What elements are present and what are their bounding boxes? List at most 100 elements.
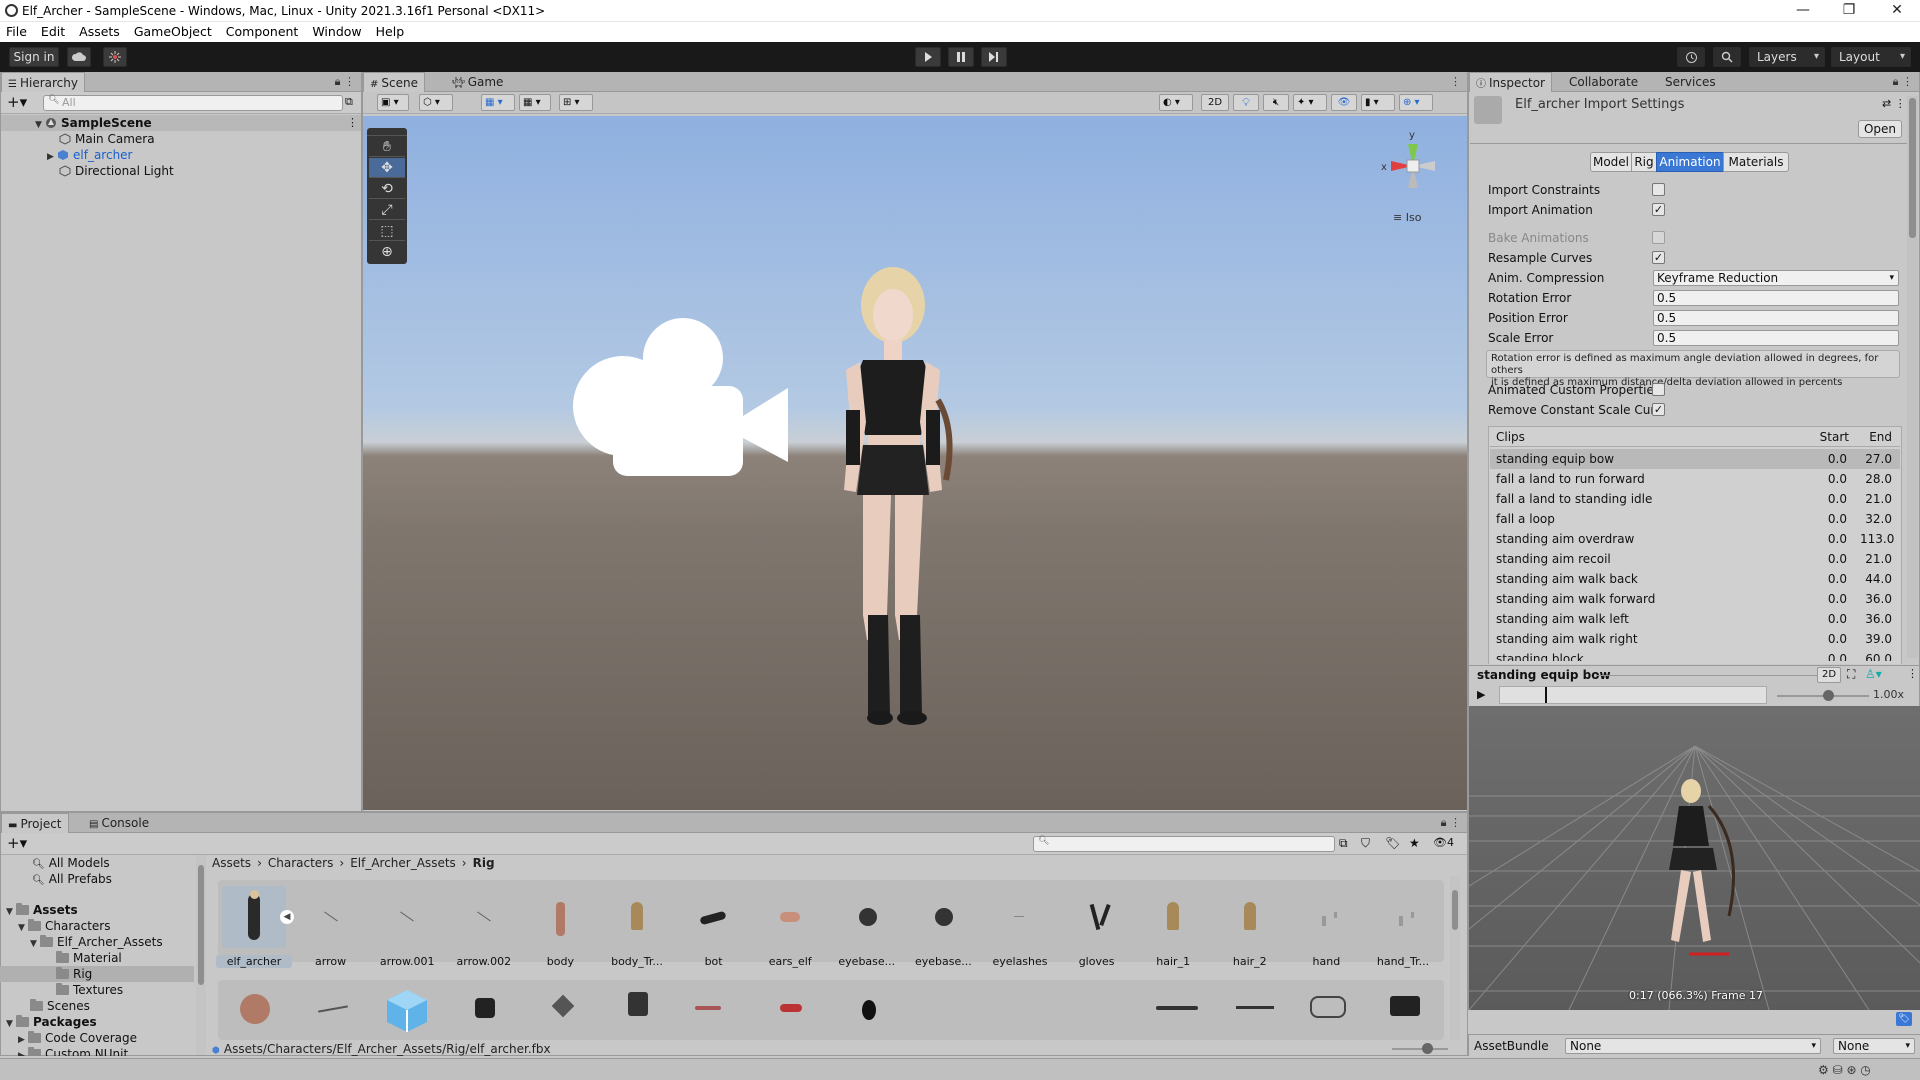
tab-project[interactable]: ▬ Project — [1, 813, 69, 833]
rotate-tool-icon[interactable]: ⟲ — [369, 179, 405, 199]
position-error-field[interactable]: 0.5 — [1653, 310, 1899, 326]
asset-item[interactable]: eyelashes — [982, 882, 1058, 976]
inspector-scrollbar-thumb[interactable] — [1909, 98, 1916, 238]
prefab-cube-icon[interactable] — [384, 988, 430, 1034]
render-mode-dropdown[interactable]: ◐ ▾ — [1159, 94, 1193, 111]
asset-item[interactable]: hand_Tr... — [1365, 882, 1441, 976]
inspector-settings-icon[interactable]: ⇄ ⋮ — [1882, 97, 1906, 110]
scale-error-field[interactable]: 0.5 — [1653, 330, 1899, 346]
subtab-model[interactable]: Model — [1590, 152, 1632, 172]
asset-item[interactable]: arrow.001 — [369, 882, 445, 976]
asset-item[interactable]: ears_elf — [752, 882, 828, 976]
preview-speed-thumb[interactable] — [1823, 690, 1834, 701]
clip-row[interactable]: standing aim walk left 0.0 36.0 — [1490, 609, 1900, 629]
collab-icon[interactable] — [103, 47, 127, 67]
layout-dropdown[interactable]: Layout — [1831, 47, 1911, 67]
history-icon[interactable] — [1677, 47, 1705, 67]
preview-speed-slider[interactable] — [1777, 690, 1869, 701]
breadcrumb-elf-archer-assets[interactable]: Elf_Archer_Assets — [350, 856, 456, 870]
asset-label-icon[interactable]: 🏷︎ — [1896, 1012, 1912, 1026]
animation-preview-viewport[interactable]: 0:17 (066.3%) Frame 17 — [1468, 706, 1920, 1010]
panel-lock-icon[interactable]: 🔒︎ ⋮ — [335, 75, 355, 89]
mode-2d-button[interactable]: 2D — [1201, 94, 1229, 111]
shading-dropdown[interactable]: ⬡ ▾ — [419, 94, 453, 111]
orientation-gizmo-icon[interactable]: y x — [1373, 126, 1453, 206]
breadcrumb-characters[interactable]: Characters — [268, 856, 334, 870]
menu-help[interactable]: Help — [369, 22, 412, 42]
tree-characters[interactable]: ▼ Characters — [18, 918, 111, 934]
minimize-button[interactable]: — — [1780, 0, 1826, 22]
breadcrumb-rig[interactable]: Rig — [473, 856, 495, 870]
favorite-all-models[interactable]: 🔍︎ All Models — [32, 855, 110, 871]
play-button[interactable] — [915, 47, 941, 67]
subtab-animation[interactable]: Animation — [1656, 152, 1724, 172]
clip-row[interactable]: standing aim walk right 0.0 39.0 — [1490, 629, 1900, 649]
remove-constant-scale-checkbox[interactable]: ✓ — [1652, 403, 1665, 416]
tree-code-coverage[interactable]: ▶ Code Coverage — [18, 1030, 137, 1046]
search-icon[interactable] — [1713, 47, 1741, 67]
hierarchy-search-input[interactable]: 🔍︎ All — [43, 95, 343, 111]
clip-row[interactable]: fall a land to standing idle 0.0 21.0 — [1490, 489, 1900, 509]
preview-avatar-icon[interactable]: ♙▾ — [1865, 667, 1882, 681]
inspector-scrollbar[interactable] — [1907, 96, 1918, 658]
assetbundle-dropdown[interactable]: None ▾ — [1565, 1038, 1821, 1054]
asset-thumb-mesh[interactable] — [1156, 1006, 1198, 1010]
import-constraints-checkbox[interactable] — [1652, 183, 1665, 196]
rect-tool-icon[interactable]: ⬚ — [369, 221, 405, 241]
breadcrumb-assets[interactable]: Assets — [212, 856, 251, 870]
asset-item[interactable]: body_Tr... — [599, 882, 675, 976]
project-tree-scrollbar[interactable] — [196, 855, 206, 1055]
scene-viewport[interactable]: ✋︎ ✥ ⟲ ⤢ ⬚ ⊕ y x ≡ Iso — [363, 116, 1467, 810]
menu-edit[interactable]: Edit — [34, 22, 72, 42]
asset-thumb-head[interactable] — [240, 994, 270, 1024]
subtab-rig[interactable]: Rig — [1631, 152, 1657, 172]
open-button[interactable]: Open — [1858, 120, 1902, 138]
hierarchy-filter-icon[interactable]: ⧉ — [345, 95, 353, 109]
projection-label[interactable]: ≡ Iso — [1393, 211, 1421, 224]
asset-item[interactable]: hair_1 — [1135, 882, 1211, 976]
clip-row[interactable]: standing equip bow 0.0 27.0 — [1490, 449, 1900, 469]
tab-game[interactable]: 👾︎ Game — [446, 72, 509, 92]
asset-thumb-mesh[interactable] — [1310, 996, 1346, 1018]
tree-material[interactable]: Material — [56, 950, 122, 966]
clip-row[interactable]: standing aim recoil 0.0 21.0 — [1490, 549, 1900, 569]
pause-button[interactable] — [948, 47, 974, 67]
gizmos-dropdown[interactable]: ⊕ ▾ — [1399, 94, 1433, 111]
scale-tool-icon[interactable]: ⤢ — [369, 200, 405, 220]
tree-textures[interactable]: Textures — [56, 982, 123, 998]
menu-file[interactable]: File — [0, 22, 34, 42]
subtab-materials[interactable]: Materials — [1723, 152, 1789, 172]
bake-animations-checkbox[interactable] — [1652, 231, 1665, 244]
project-search-input[interactable]: 🔍︎ — [1033, 836, 1335, 852]
move-tool-icon[interactable]: ✥ — [369, 158, 405, 178]
grid-snap-dropdown[interactable]: ▦ ▾ — [481, 94, 515, 111]
favorite-all-prefabs[interactable]: 🔍︎ All Prefabs — [32, 871, 112, 887]
draw-mode-dropdown[interactable]: ▣ ▾ — [377, 94, 409, 111]
effects-dropdown[interactable]: ✦ ▾ — [1293, 94, 1327, 111]
menu-gameobject[interactable]: GameObject — [127, 22, 219, 42]
asset-item[interactable]: hand — [1288, 882, 1364, 976]
clip-row[interactable]: standing aim overdraw 0.0 113.0 — [1490, 529, 1900, 549]
anim-compression-dropdown[interactable]: Keyframe Reduction ▾ — [1653, 270, 1899, 286]
audio-toggle-icon[interactable]: 🔇︎ — [1263, 94, 1289, 111]
clip-row[interactable]: standing block 0.0 60.0 — [1490, 649, 1900, 661]
resample-curves-checkbox[interactable]: ✓ — [1652, 251, 1665, 264]
clip-row[interactable]: standing aim walk forward 0.0 36.0 — [1490, 589, 1900, 609]
clip-row[interactable]: standing aim walk back 0.0 44.0 — [1490, 569, 1900, 589]
import-animation-checkbox[interactable]: ✓ — [1652, 203, 1665, 216]
search-by-type-icon[interactable]: ⧉ — [1339, 836, 1348, 851]
hierarchy-item-main-camera[interactable]: Main Camera — [59, 131, 155, 147]
asset-thumb-mesh[interactable] — [780, 1004, 802, 1012]
ruler-dropdown[interactable]: ⊞ ▾ — [559, 94, 593, 111]
cloud-icon[interactable] — [67, 47, 91, 67]
panel-lock-icon[interactable]: 🔒︎ ⋮ — [1893, 75, 1913, 89]
animated-custom-properties-checkbox[interactable] — [1652, 383, 1665, 396]
asset-item[interactable]: eyebase... — [905, 882, 981, 976]
elf-archer-character[interactable] — [818, 260, 968, 750]
tree-custom-nunit[interactable]: ▶ Custom NUnit — [18, 1046, 128, 1056]
asset-item[interactable]: arrow.002 — [446, 882, 522, 976]
preview-pivot-icon[interactable]: ⛶ — [1847, 667, 1855, 682]
panel-menu-icon[interactable]: ⋮ — [1450, 75, 1461, 88]
rotation-error-field[interactable]: 0.5 — [1653, 290, 1899, 306]
add-icon[interactable]: +▾ — [7, 93, 27, 111]
